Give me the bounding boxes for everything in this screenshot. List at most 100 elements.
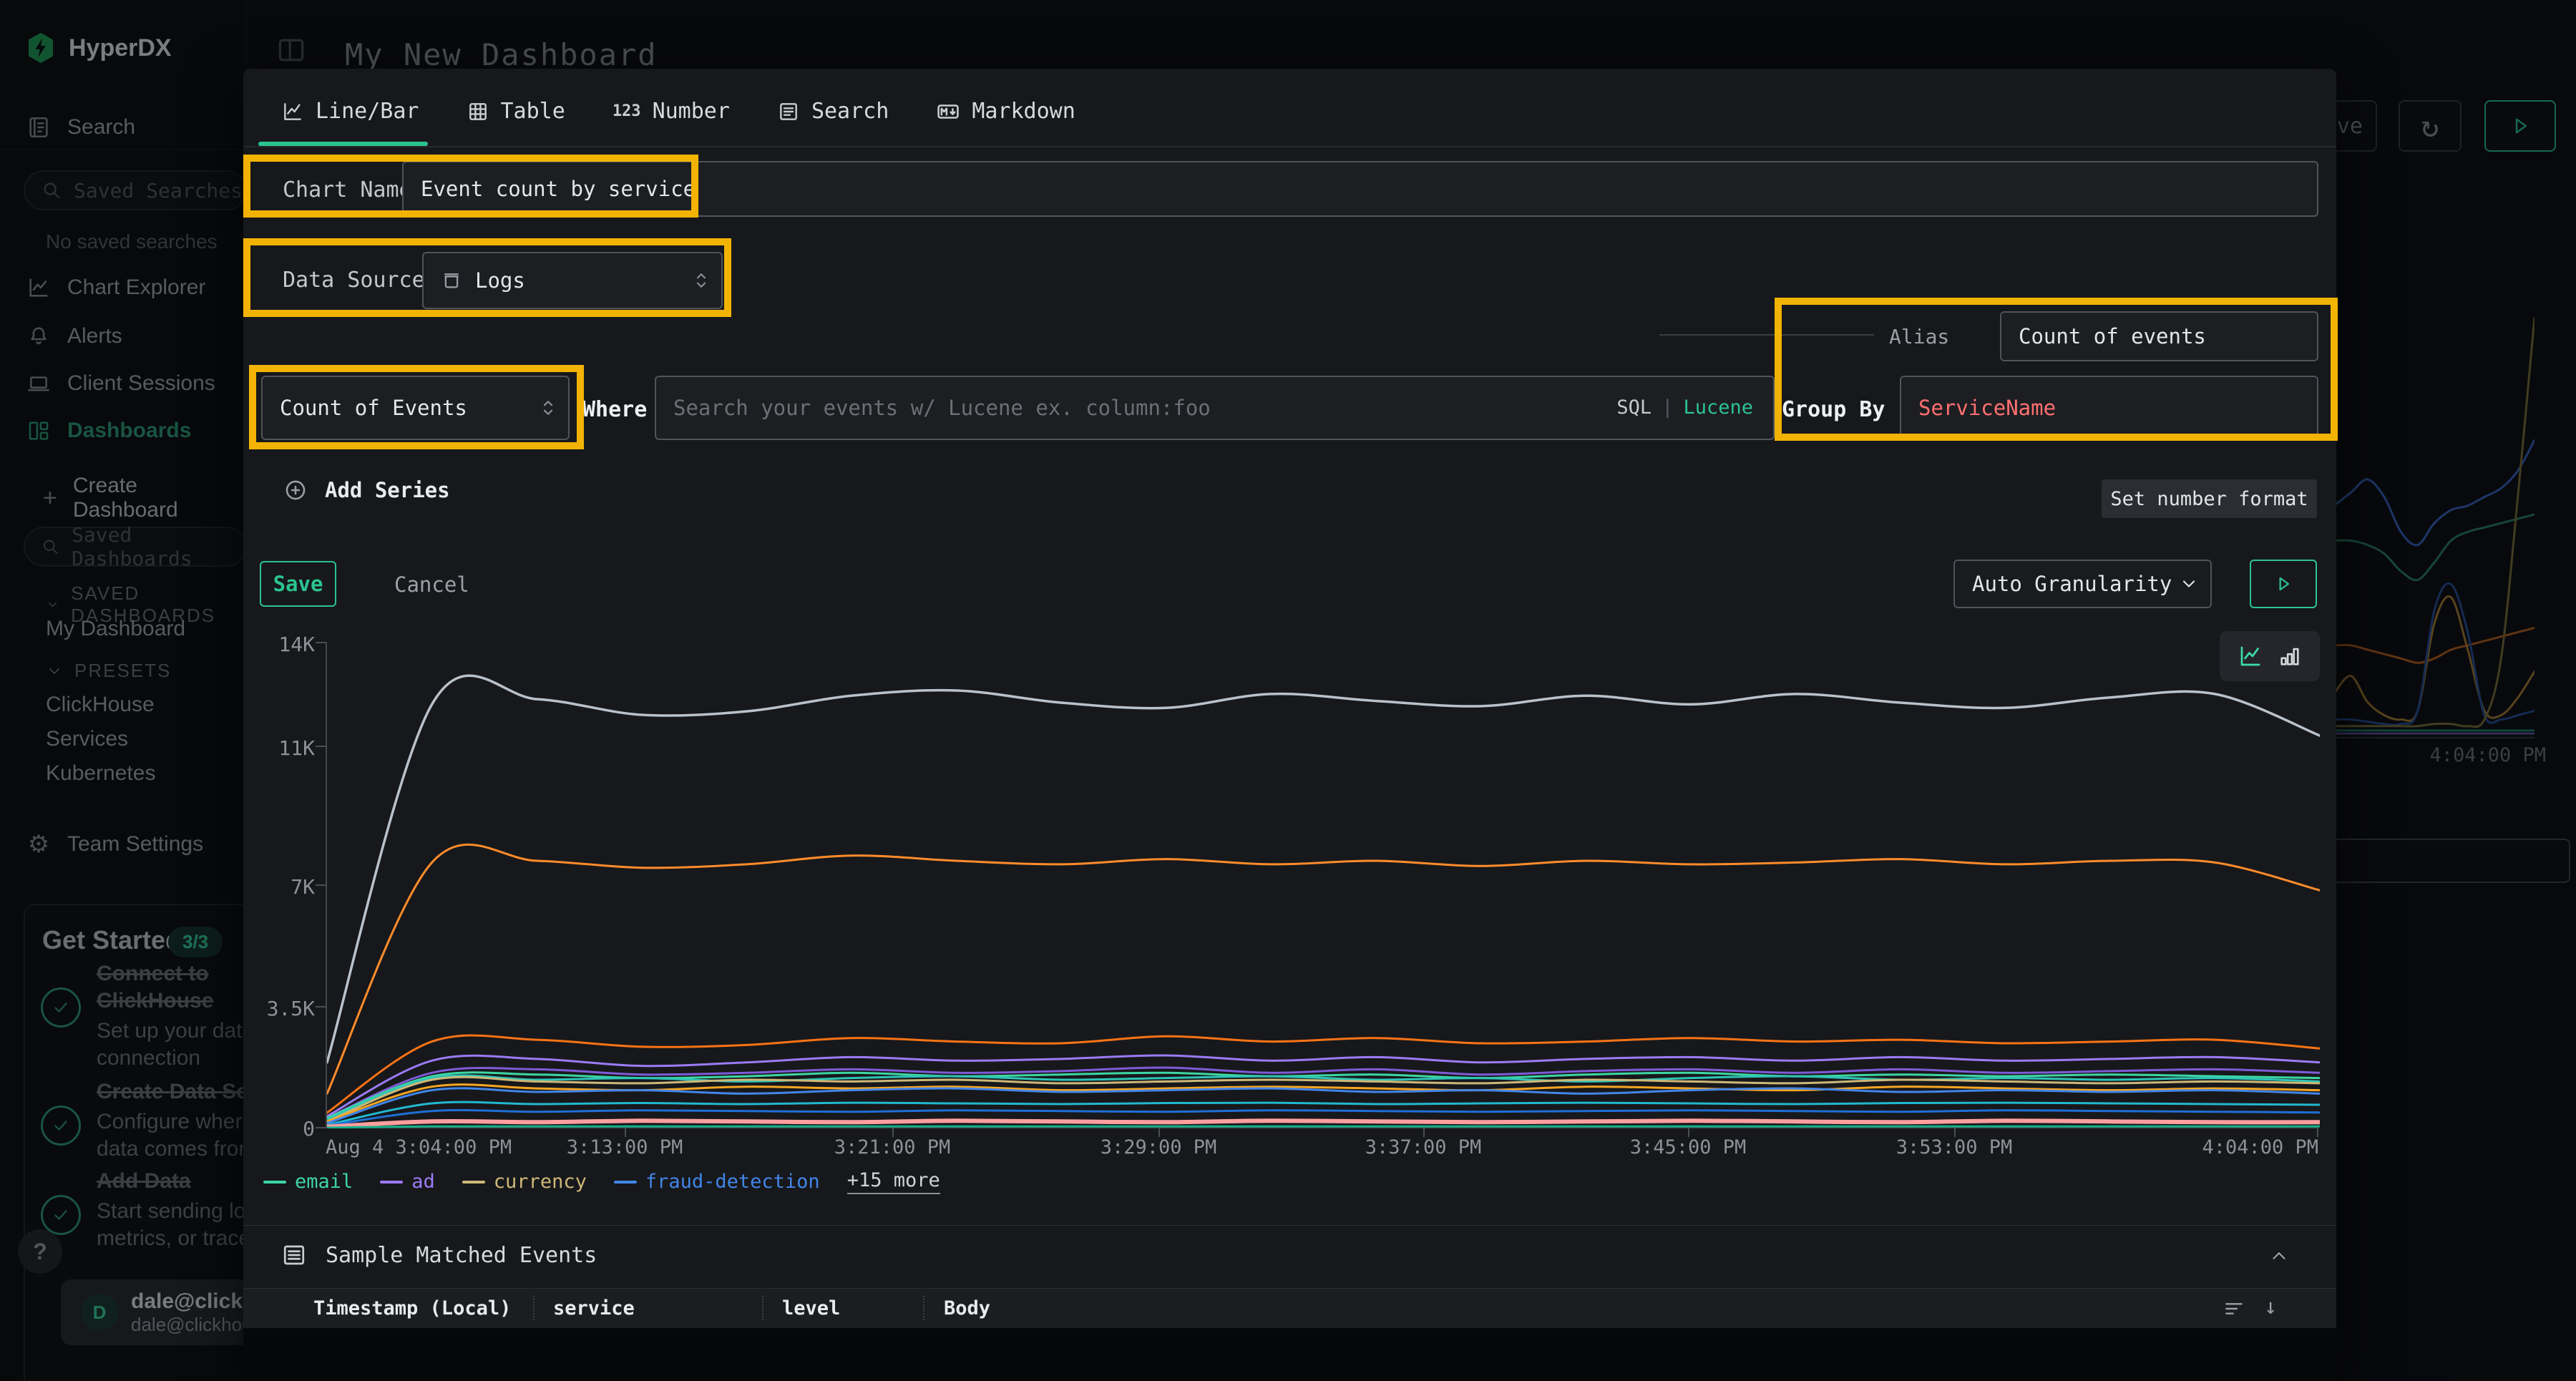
group-by-input[interactable]: ServiceName (1900, 376, 2318, 440)
tab-table[interactable]: Table (467, 99, 565, 124)
chart-legend: email ad currency fraud-detection +15 mo… (263, 1169, 940, 1194)
markdown-icon (936, 99, 960, 124)
legend-item-fraud-detection[interactable]: fraud-detection (614, 1171, 820, 1193)
x-tick-label: 3:21:00 PM (834, 1136, 951, 1158)
add-series-button[interactable]: Add Series (283, 478, 450, 502)
cancel-button[interactable]: Cancel (394, 572, 469, 597)
legend-label: fraud-detection (645, 1171, 820, 1193)
legend-show-more-link[interactable]: +15 more (847, 1169, 940, 1194)
column-header-timestamp: Timestamp (Local) (313, 1297, 511, 1319)
tab-label: Markdown (972, 99, 1075, 124)
where-search-input[interactable] (655, 376, 1775, 440)
chart-type-tabs: Line/Bar Table 123 Number Search (281, 99, 1075, 124)
legend-label: ad (411, 1171, 435, 1193)
section-divider (243, 1225, 2336, 1226)
data-source-value: Logs (475, 268, 525, 293)
run-query-button[interactable] (2250, 560, 2317, 608)
tab-markdown[interactable]: Markdown (936, 99, 1075, 124)
where-input-wrap: SQL | Lucene (655, 376, 1775, 440)
download-icon[interactable]: ↓ (2264, 1294, 2277, 1319)
alias-connector-line (1659, 334, 1874, 336)
x-tick-label: 4:04:00 PM (2202, 1136, 2318, 1158)
y-tick-label: 14K (249, 633, 315, 656)
legend-label: email (295, 1171, 353, 1193)
add-series-label: Add Series (325, 478, 450, 502)
set-number-format-label: Set number format (2110, 488, 2308, 510)
y-tick-label: 7K (249, 875, 315, 899)
tab-search[interactable]: Search (777, 99, 889, 124)
line-chart-icon (281, 100, 304, 123)
play-icon (2273, 573, 2294, 595)
where-label: Where (582, 397, 647, 422)
alias-label: Alias (1889, 325, 1949, 348)
save-label: Save (273, 572, 323, 596)
set-number-format-button[interactable]: Set number format (2102, 479, 2317, 518)
legend-item-ad[interactable]: ad (380, 1171, 435, 1193)
tab-line-bar[interactable]: Line/Bar (281, 99, 419, 124)
aggregation-value: Count of Events (280, 396, 467, 420)
column-header-service: service (553, 1297, 635, 1319)
group-by-label: Group By (1782, 397, 1885, 422)
y-tick-label: 11K (249, 736, 315, 760)
event-list-icon (281, 1242, 307, 1268)
collapse-section-button[interactable] (2268, 1245, 2290, 1267)
alias-input[interactable]: Count of events (2000, 311, 2318, 361)
group-by-value: ServiceName (1918, 396, 2056, 420)
events-table-header: Timestamp (Local) service level Body ↓ (243, 1288, 2336, 1328)
main-chart-plot (326, 642, 2318, 1128)
alias-value: Count of events (2019, 324, 2206, 348)
sample-events-title: Sample Matched Events (326, 1243, 597, 1268)
chart-name-label: Chart Name (283, 177, 412, 202)
select-chevrons-icon (540, 397, 557, 419)
x-tick-label: 3:13:00 PM (567, 1136, 683, 1158)
page-root: HyperDX Search Saved Searches No saved s… (0, 0, 2576, 1381)
x-tick-label: 3:37:00 PM (1365, 1136, 1482, 1158)
data-source-select[interactable]: Logs (422, 252, 723, 309)
tab-label: Line/Bar (316, 99, 419, 124)
lucene-toggle[interactable]: Lucene (1683, 396, 1753, 419)
table-icon (467, 100, 489, 123)
main-chart-lines (327, 642, 2320, 1128)
legend-item-currency[interactable]: currency (462, 1171, 587, 1193)
legend-swatch (263, 1181, 286, 1184)
bar-chart-toggle-icon[interactable] (2278, 644, 2302, 668)
tab-number[interactable]: 123 Number (613, 99, 730, 124)
legend-item-email[interactable]: email (263, 1171, 353, 1193)
x-tick-label: 3:53:00 PM (1896, 1136, 2013, 1158)
select-chevrons-icon (693, 270, 710, 291)
tabs-bottom-border (243, 146, 2336, 147)
tab-label: Number (653, 99, 730, 124)
save-button[interactable]: Save (260, 561, 336, 607)
x-tick-label: Aug 4 3:04:00 PM (326, 1136, 512, 1158)
number-123-icon: 123 (613, 102, 641, 120)
database-icon (441, 270, 462, 291)
line-chart-toggle-icon[interactable] (2238, 643, 2263, 669)
legend-swatch (462, 1181, 485, 1184)
legend-swatch (614, 1181, 637, 1184)
sql-toggle[interactable]: SQL (1616, 396, 1652, 419)
query-language-toggle: SQL | Lucene (1616, 396, 1753, 419)
x-tick-label: 3:45:00 PM (1630, 1136, 1747, 1158)
chart-name-input[interactable] (402, 161, 2318, 217)
column-header-body: Body (944, 1297, 990, 1319)
toggle-divider: | (1662, 396, 1673, 419)
column-header-level: level (782, 1297, 840, 1319)
legend-label: currency (494, 1171, 587, 1193)
data-source-label: Data Source (283, 268, 425, 293)
tab-label: Search (811, 99, 889, 124)
granularity-select[interactable]: Auto Granularity (1953, 560, 2212, 608)
y-tick-label: 0 (249, 1117, 315, 1141)
tab-label: Table (501, 99, 565, 124)
chevron-up-icon (2268, 1245, 2290, 1267)
events-table-body (243, 1328, 2336, 1381)
granularity-value: Auto Granularity (1972, 572, 2172, 596)
sample-events-header[interactable]: Sample Matched Events (281, 1242, 597, 1268)
chevron-down-icon (2179, 574, 2199, 594)
edit-chart-modal: Line/Bar Table 123 Number Search (243, 69, 2336, 1381)
chart-display-toggle (2220, 631, 2320, 681)
legend-swatch (380, 1181, 403, 1184)
aggregation-select[interactable]: Count of Events (261, 376, 570, 440)
search-doc-icon (777, 100, 800, 123)
x-tick-label: 3:29:00 PM (1101, 1136, 1217, 1158)
column-settings-icon[interactable] (2223, 1297, 2245, 1320)
